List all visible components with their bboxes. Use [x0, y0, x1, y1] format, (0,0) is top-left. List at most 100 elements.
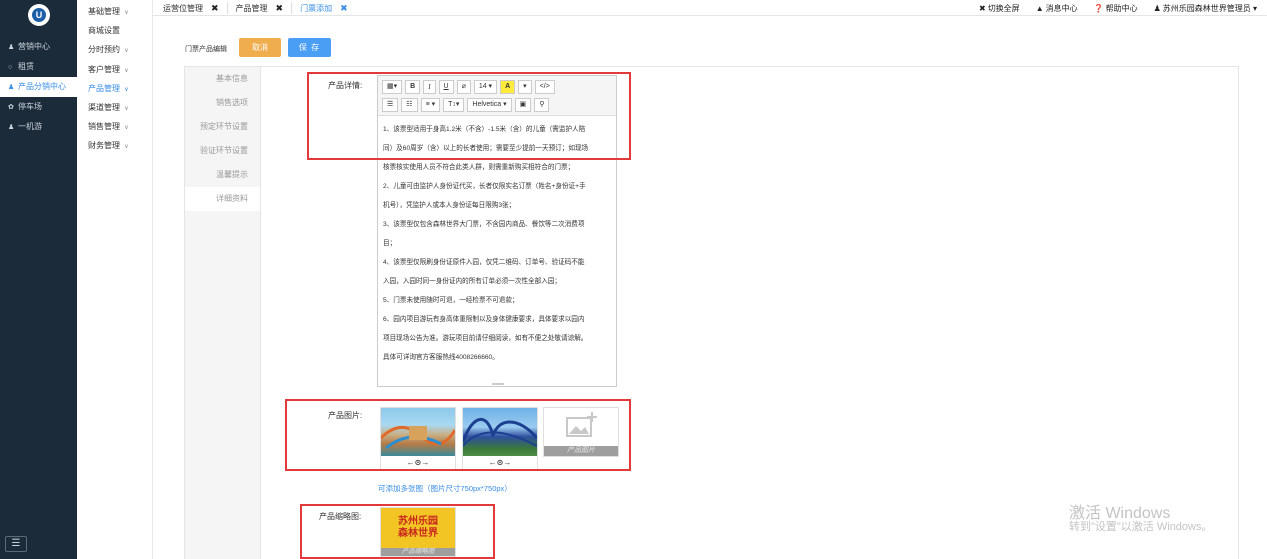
topbar: 运营位管理 ✖ 产品管理 ✖ 门票添加 ✖ ✖ 切换全屏 ▲ 消息中心 ❓ 帮助中心 ♟ 苏州… — [153, 0, 1267, 16]
editor-toolbar-row: ▦▾ B I U ⌀ 14 ▾ A ▾ </> — [382, 79, 612, 95]
numbered-list-icon[interactable]: ☷ — [401, 98, 418, 112]
chevron-down-icon: ∨ — [124, 48, 129, 55]
link-label: 消息中心 — [1045, 3, 1078, 13]
tab-ops-position[interactable]: 运营位管理 ✖ — [163, 3, 219, 14]
move-icon[interactable]: ←⊙→ — [463, 456, 537, 470]
detail-paragraph: 1、该票型适用于身高1.2米（不含）-1.5米（含）的儿童（需监护人陪 — [383, 126, 586, 133]
eraser-icon[interactable]: ⌀ — [456, 80, 471, 94]
thumbnail-logo-text: 苏州乐园 — [398, 516, 438, 527]
user-icon: ♟ — [8, 84, 15, 91]
underline-button[interactable]: U — [438, 80, 454, 94]
nav-item-label: 租赁 — [18, 62, 34, 71]
help-icon: ❓ — [1093, 3, 1104, 13]
vertical-tabs: 基本信息 销售选项 预定环节设置 验证环节设置 温馨提示 详细资料 — [185, 67, 261, 559]
vtab-basic-info[interactable]: 基本信息 — [185, 67, 260, 91]
nav-item-label: 产品分销中心 — [18, 82, 66, 91]
user-icon: ♟ — [1153, 3, 1161, 13]
sub-item-product[interactable]: 产品管理 ∨ — [77, 79, 152, 98]
editor-resize-handle[interactable] — [492, 383, 504, 385]
waterpark-picture — [381, 426, 455, 450]
nav-item-marketing[interactable]: ♟ 营销中心 — [0, 37, 77, 57]
detail-paragraph: 4、该票型仅限刷身份证原件入园，仅凭二维码、订单号、验证码不能 — [383, 259, 585, 266]
close-icon[interactable]: ✖ — [276, 3, 284, 14]
tab-divider — [226, 2, 228, 14]
tab-label: 产品管理 — [235, 3, 268, 13]
thumbnail-image: 苏州乐园 森林世界 — [381, 508, 455, 548]
nav-item-parking[interactable]: ✿ 停车场 — [0, 97, 77, 117]
tab-ticket-add[interactable]: 门票添加 ✖ — [300, 3, 348, 14]
editor-toolbar-row: ☰ ☷ ≡ ▾ T↕▾ Helvetica ▾ ▣ ⚲ — [382, 97, 612, 113]
add-images-hint[interactable]: 可添加多张图（图片尺寸750px*750px） — [378, 483, 512, 494]
font-color-dropdown[interactable]: ▾ — [518, 80, 532, 94]
font-family-select[interactable]: Helvetica ▾ — [467, 98, 512, 112]
table-icon[interactable]: ▦▾ — [382, 80, 403, 94]
tab-strip: 运营位管理 ✖ 产品管理 ✖ 门票添加 ✖ — [163, 0, 356, 16]
sub-item-label: 销售管理 — [88, 122, 120, 132]
gear-icon: ✿ — [8, 104, 14, 111]
detail-paragraph: 项目现场公告为准。游玩项目前请仔细阅读，如有不便之处敬请谅解。 — [383, 335, 588, 342]
user-menu[interactable]: ♟ 苏州乐园森林世界管理员 ▾ — [1154, 3, 1257, 14]
code-view-button[interactable]: </> — [534, 80, 555, 94]
vtab-sales-options[interactable]: 销售选项 — [185, 91, 260, 115]
editor-content[interactable]: 1、该票型适用于身高1.2米（不含）-1.5米（含）的儿童（需监护人陪 同）及6… — [378, 116, 616, 379]
bullet-list-icon[interactable]: ☰ — [382, 98, 399, 112]
vtab-tips[interactable]: 温馨提示 — [185, 163, 260, 187]
nav-item-label: 营销中心 — [18, 42, 50, 51]
move-icon[interactable]: ←⊙→ — [381, 456, 455, 470]
thumbnail-logo-text: 森林世界 — [398, 528, 438, 539]
image-add-icon — [566, 412, 597, 437]
location-icon[interactable]: ⚲ — [534, 98, 550, 112]
font-size-select[interactable]: 14 ▾ — [473, 80, 498, 94]
sub-item-label: 产品管理 — [88, 83, 120, 93]
add-image-button[interactable]: 产品图片 — [543, 407, 619, 457]
nav-item-rental[interactable]: ○ 租赁 — [0, 57, 77, 77]
nav-item-distribution[interactable]: ♟ 产品分销中心 — [0, 77, 77, 97]
italic-button[interactable]: I — [423, 80, 436, 94]
left-nav: U ♟ 营销中心 ○ 租赁 ♟ 产品分销中心 ✿ 停车场 ♟ 一机游 ☰ — [0, 0, 77, 559]
product-image — [463, 408, 537, 456]
message-center-link[interactable]: ▲ 消息中心 — [1036, 3, 1078, 14]
sub-item-mall[interactable]: 商城设置 — [77, 21, 152, 40]
chevron-down-icon: ∨ — [124, 86, 129, 93]
close-icon[interactable]: ✖ — [211, 3, 219, 14]
sub-item-customer[interactable]: 客户管理 ∨ — [77, 60, 152, 79]
nav-item-one-tour[interactable]: ♟ 一机游 — [0, 117, 77, 137]
detail-paragraph: 同）及60周岁（含）以上的长者使用；需要至少提前一天预订；如现场 — [383, 145, 589, 152]
sub-item-timeslot[interactable]: 分时预约 ∨ — [77, 40, 152, 59]
cancel-button[interactable]: 取消 — [239, 38, 281, 57]
product-image-card[interactable]: ←⊙→ — [462, 407, 538, 471]
product-image-card[interactable]: ←⊙→ — [380, 407, 456, 471]
detail-paragraph: 核票核实使用人员不符合此类人群，则需重新购买相符合的门票； — [383, 164, 575, 171]
user-name: 苏州乐园森林世界管理员 ▾ — [1162, 3, 1257, 13]
sub-item-channel[interactable]: 渠道管理 ∨ — [77, 98, 152, 117]
menu-toggle-icon[interactable]: ☰ — [5, 536, 27, 552]
save-button[interactable]: 保 存 — [288, 38, 331, 57]
sub-item-finance[interactable]: 财务管理 ∨ — [77, 136, 152, 155]
bell-icon: ▲ — [1035, 3, 1044, 13]
vtab-booking-settings[interactable]: 预定环节设置 — [185, 115, 260, 139]
app-logo[interactable]: U — [28, 4, 50, 26]
vtab-verify-settings[interactable]: 验证环节设置 — [185, 139, 260, 163]
editor-toolbar: ▦▾ B I U ⌀ 14 ▾ A ▾ </> ☰ ☷ ≡ ▾ T↕▾ Helv… — [378, 76, 616, 116]
close-icon[interactable]: ✖ — [340, 3, 348, 14]
tab-product-manage[interactable]: 产品管理 ✖ — [236, 3, 284, 14]
sub-item-basic[interactable]: 基础管理 ∨ — [77, 2, 152, 21]
sub-nav: 基础管理 ∨ 商城设置 分时预约 ∨ 客户管理 ∨ 产品管理 ∨ 渠道管理 ∨ … — [77, 0, 153, 559]
rich-text-editor: ▦▾ B I U ⌀ 14 ▾ A ▾ </> ☰ ☷ ≡ ▾ T↕▾ Helv… — [377, 75, 617, 387]
font-color-button[interactable]: A — [500, 80, 516, 94]
align-dropdown[interactable]: ≡ ▾ — [420, 98, 441, 112]
chevron-down-icon: ∨ — [124, 105, 129, 112]
fullscreen-link[interactable]: ✖ 切换全屏 — [979, 3, 1020, 14]
image-icon[interactable]: ▣ — [514, 98, 532, 112]
top-links: ✖ 切换全屏 ▲ 消息中心 ❓ 帮助中心 ♟ 苏州乐园森林世界管理员 ▾ — [963, 0, 1257, 16]
sub-item-sales[interactable]: 销售管理 ∨ — [77, 117, 152, 136]
help-center-link[interactable]: ❓ 帮助中心 — [1094, 3, 1138, 14]
images-label: 产品图片: — [328, 411, 363, 420]
thumbnail-card[interactable]: 苏州乐园 森林世界 产品缩略图 — [380, 507, 456, 557]
detail-paragraph: 入园，入园时同一身份证内的所有订单必须一次性全部入园； — [383, 278, 562, 285]
vtab-details[interactable]: 详细资料 — [185, 187, 260, 211]
bold-button[interactable]: B — [405, 80, 421, 94]
link-label: 帮助中心 — [1105, 3, 1138, 13]
detail-paragraph: 目； — [383, 240, 397, 247]
line-height-dropdown[interactable]: T↕▾ — [443, 98, 465, 112]
